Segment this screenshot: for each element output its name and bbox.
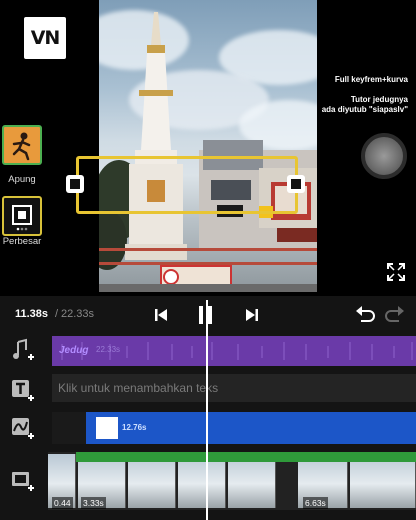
video-frame [178,454,226,508]
skip-back-icon[interactable] [153,304,169,326]
music-track-name: Jedug [59,345,89,356]
selected-clip-frame[interactable] [76,156,298,214]
keyframe-bar [76,452,416,462]
fx-clip-thumbnail [96,417,118,439]
fx-beat-markers [86,444,416,456]
fx-track[interactable]: 12.76s [52,412,416,444]
logo-text: VN [30,27,61,49]
zoom-box-icon [12,205,32,231]
preview-caption-3: ada diyutub "siapaslv" [321,105,408,114]
music-note-icon[interactable] [10,338,36,364]
beat-markers [52,366,416,378]
preview-caption-1: Full keyfrem+kurva [334,75,408,84]
running-figure-icon [12,132,31,161]
video-frame [350,454,416,508]
skip-forward-icon[interactable] [244,304,260,326]
film-icon[interactable] [10,468,36,494]
vn-logo[interactable]: VN [24,17,66,59]
video-preview[interactable] [99,0,317,292]
effect-apung-thumbnail[interactable] [2,125,42,165]
effect-perbesar-thumbnail[interactable] [2,196,42,236]
fx-clip[interactable]: 12.76s [86,412,416,444]
music-track[interactable]: Jedug 22.33s [52,336,416,366]
effect-apung-label: Apung [8,174,36,185]
preview-caption-2: Tutor jedugnya [350,95,408,104]
video-frame [228,454,276,508]
clip-duration: 3.33s [81,497,106,509]
music-track-duration: 22.33s [96,345,121,354]
record-button[interactable] [361,133,407,179]
total-time: 22.33s [61,308,95,320]
redo-icon[interactable] [384,304,406,326]
text-track[interactable]: Klik untuk menambahkan teks [52,374,416,402]
fullscreen-icon[interactable] [386,262,406,282]
tugu-monument-scene [99,12,317,292]
left-clip-duration: 0.44 [52,497,73,509]
video-frame [128,454,176,508]
timeline-panel: 11.38s / 22.33s Jedug 22.33s Klik untuk … [0,296,416,520]
right-clip-duration: 6.63s [303,497,328,509]
undo-icon[interactable] [354,304,376,326]
current-time: 11.38s [15,308,49,320]
text-icon[interactable] [10,378,36,404]
trim-handle-right[interactable] [287,175,305,193]
playhead[interactable] [206,300,208,520]
effect-perbesar-label: Perbesar [2,236,42,247]
trim-handle-left[interactable] [66,175,84,193]
text-track-placeholder: Klik untuk menambahkan teks [58,381,219,395]
time-separator: / [55,308,59,320]
fx-curve-icon[interactable] [10,416,36,442]
fx-clip-duration: 12.76s [122,423,147,432]
